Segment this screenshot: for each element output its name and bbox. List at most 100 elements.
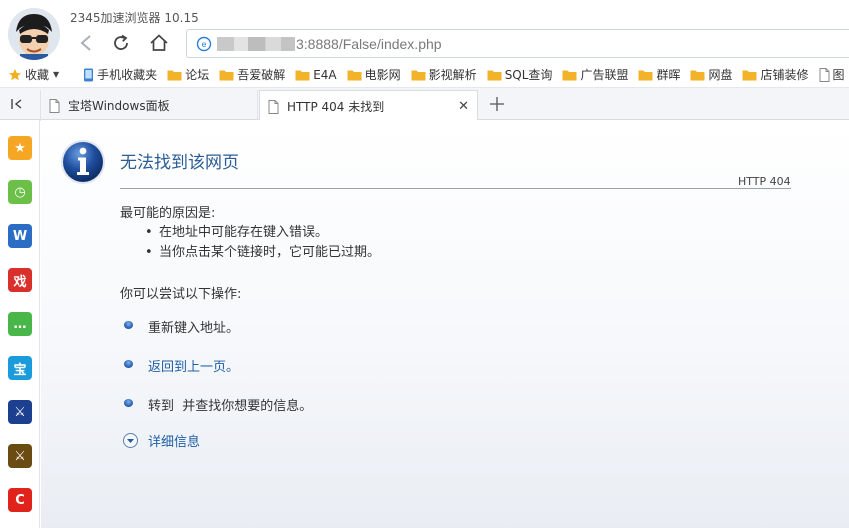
bookmark-label: 网盘 (708, 68, 733, 82)
close-icon[interactable]: ✕ (458, 99, 469, 114)
folder-icon (167, 70, 182, 80)
bookmark-label: 收藏 (25, 68, 50, 82)
bookmarks-bar: 收藏 ▼ 手机收藏夹 论坛 吾爱破解 E4A 电影网 影视解析 SQL查询 广告… (0, 62, 849, 87)
bookmark-label: 论坛 (185, 68, 210, 82)
address-bar[interactable]: e 3:8888/False/index.php (186, 29, 849, 58)
bookmark-folder-netdisk[interactable]: 网盘 (690, 66, 732, 83)
game-app-icon: 戏 (13, 274, 27, 290)
cause-item: 当你点击某个链接时，它可能已过期。 (145, 243, 380, 263)
back-button[interactable] (73, 31, 99, 55)
wechat-app[interactable]: … (8, 312, 32, 336)
star-icon (9, 68, 21, 80)
bookmark-folder-ads[interactable]: 广告联盟 (562, 66, 628, 83)
bookmark-folder-synology[interactable]: 群晖 (638, 66, 680, 83)
sword-game-app[interactable]: ⚔ (8, 400, 32, 424)
bookmark-mobile[interactable]: 手机收藏夹 (83, 66, 157, 83)
bookmark-folder-sql[interactable]: SQL查询 (487, 66, 552, 83)
error-title: 无法找到该网页 (120, 153, 239, 173)
bullet-icon (124, 320, 133, 329)
error-code: HTTP 404 (738, 175, 791, 188)
folder-icon (690, 70, 705, 80)
folder-icon (219, 70, 234, 80)
collapse-sidebar-icon (11, 99, 22, 109)
chevron-down-icon (123, 433, 138, 448)
refresh-icon (114, 34, 128, 50)
red-app-icon: C (15, 492, 25, 508)
sidebar: ★ ◷ W 戏 … 宝 ⚔ ⚔ C (0, 120, 40, 528)
error-page: 无法找到该网页 HTTP 404 最可能的原因是: 在地址中可能存在键入错误。 … (41, 120, 849, 528)
bookmark-label: 图 (832, 68, 845, 82)
bookmark-label: 店铺装修 (760, 68, 809, 82)
game-app[interactable]: 戏 (8, 268, 32, 292)
bookmark-folder-e4a[interactable]: E4A (295, 68, 337, 82)
bookmark-page[interactable]: 图 (819, 66, 845, 83)
action-retype-address: 重新键入地址。 (124, 317, 239, 336)
sword-game-app-icon: ⚔ (14, 404, 26, 420)
tab-baota-panel[interactable]: 宝塔Windows面板 (40, 90, 258, 121)
chevron-down-icon: ▼ (53, 70, 60, 79)
favorites-app-icon: ★ (14, 140, 26, 156)
favorites-app[interactable]: ★ (8, 136, 32, 160)
page-icon (49, 98, 60, 113)
folder-icon (742, 70, 757, 80)
bookmark-folder-forum[interactable]: 论坛 (167, 66, 209, 83)
legend-game-app-icon: ⚔ (14, 448, 26, 464)
info-icon (61, 140, 105, 184)
try-heading: 你可以尝试以下操作: (120, 287, 242, 302)
bookmark-label: 群晖 (656, 68, 681, 82)
refresh-button[interactable] (108, 31, 134, 55)
action-text: 重新键入地址。 (148, 321, 240, 336)
folder-icon (562, 70, 577, 80)
legend-game-app[interactable]: ⚔ (8, 444, 32, 468)
sidebar-toggle-button[interactable] (6, 94, 30, 114)
back-arrow-icon (80, 35, 91, 51)
causes-heading: 最可能的原因是: (120, 206, 216, 221)
bookmark-folder-shop[interactable]: 店铺装修 (742, 66, 809, 83)
clock-app-icon: ◷ (14, 184, 26, 200)
tab-http-404[interactable]: HTTP 404 未找到 ✕ (259, 90, 478, 122)
phone-icon (84, 68, 94, 81)
bookmark-favorites[interactable]: 收藏 ▼ (8, 66, 59, 83)
bookmark-label: 吾爱破解 (237, 68, 286, 82)
home-button[interactable] (146, 31, 172, 55)
action-go-back[interactable]: 返回到上一页。 (124, 356, 239, 375)
bookmark-label: 电影网 (364, 68, 401, 82)
folder-icon (487, 70, 502, 80)
plus-icon (490, 97, 504, 111)
user-avatar[interactable] (8, 8, 60, 60)
folder-icon (347, 70, 362, 80)
tab-label: HTTP 404 未找到 (287, 100, 385, 114)
redacted-host (217, 36, 295, 51)
red-app[interactable]: C (8, 488, 32, 512)
details-label: 详细信息 (148, 435, 201, 450)
site-info-icon[interactable]: e (195, 35, 213, 53)
go-back-link[interactable]: 返回到上一页。 (148, 356, 239, 375)
new-tab-button[interactable] (486, 93, 508, 115)
avatar-icon (8, 8, 60, 60)
clock-app[interactable]: ◷ (8, 180, 32, 204)
bullet-icon (124, 359, 133, 368)
details-toggle[interactable]: 详细信息 (123, 431, 200, 450)
bookmark-folder-video-parse[interactable]: 影视解析 (411, 66, 477, 83)
browser-toolbar: 2345加速浏览器 10.15 e 3:8888/False/index.php (0, 0, 849, 62)
cause-item: 在地址中可能存在键入错误。 (145, 223, 380, 243)
bookmark-label: 广告联盟 (580, 68, 629, 82)
folder-icon (638, 70, 653, 80)
page-icon (268, 99, 279, 114)
app-title: 2345加速浏览器 10.15 (70, 11, 199, 25)
svg-text:e: e (202, 40, 207, 49)
bullet-icon (124, 398, 133, 407)
action-go-to: 转到 并查找你想要的信息。 (124, 395, 312, 414)
bookmark-folder-52pojie[interactable]: 吾爱破解 (219, 66, 285, 83)
folder-icon (295, 70, 310, 80)
folder-icon (411, 70, 426, 80)
word-app[interactable]: W (8, 224, 32, 248)
action-text: 转到 并查找你想要的信息。 (148, 399, 313, 414)
baota-app[interactable]: 宝 (8, 356, 32, 380)
bookmark-folder-movies[interactable]: 电影网 (347, 66, 401, 83)
baota-app-icon: 宝 (13, 362, 27, 378)
divider (120, 188, 791, 189)
tab-label: 宝塔Windows面板 (68, 99, 170, 113)
bookmark-label: 手机收藏夹 (97, 68, 158, 82)
tab-strip: 宝塔Windows面板 HTTP 404 未找到 ✕ (0, 87, 849, 122)
